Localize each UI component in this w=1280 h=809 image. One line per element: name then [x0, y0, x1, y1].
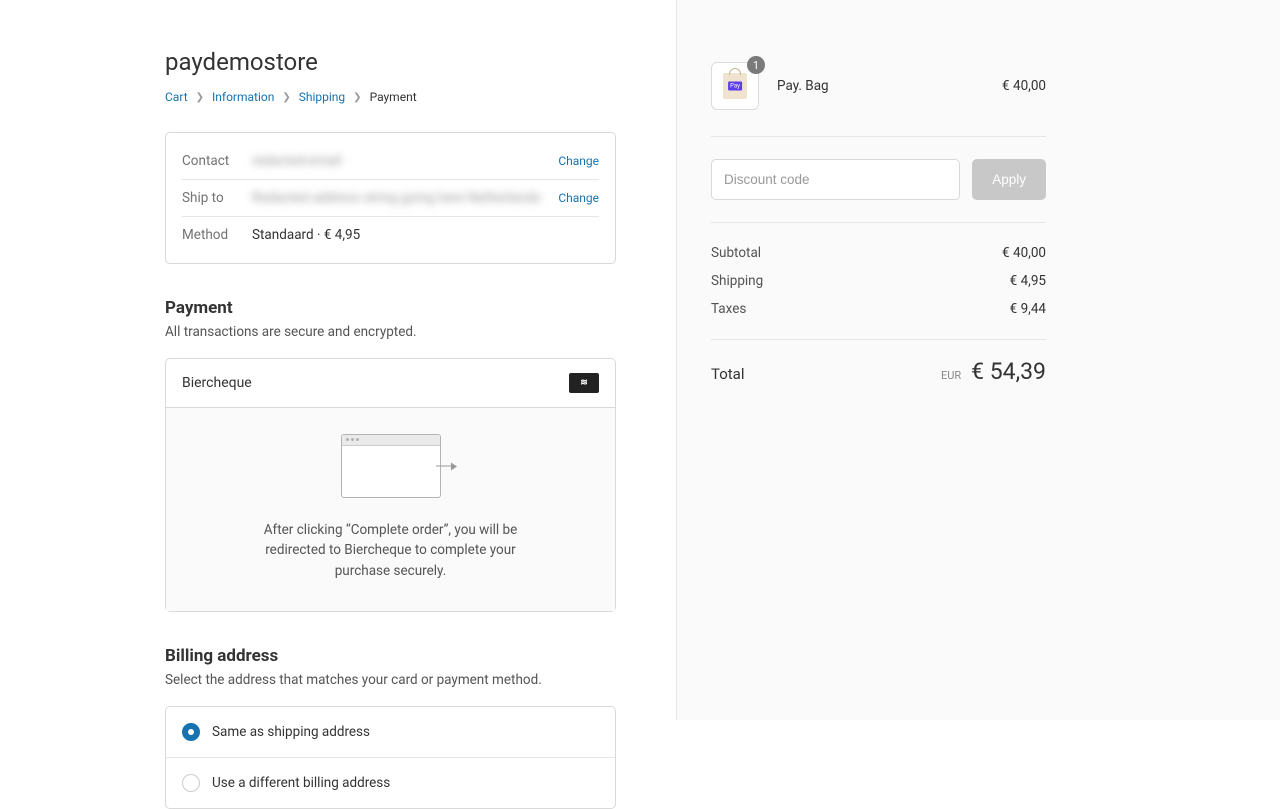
chevron-right-icon: ❯ — [353, 92, 361, 103]
product-thumbnail: 1 — [711, 62, 759, 110]
shipping-label: Shipping — [711, 273, 763, 289]
payment-logo-icon: ≋ — [569, 373, 599, 393]
review-row-contact: Contact redacted-email Change — [182, 143, 599, 179]
breadcrumb-payment: Payment — [370, 90, 417, 104]
billing-option-different[interactable]: Use a different billing address — [166, 757, 615, 808]
payment-method-name: Biercheque — [182, 375, 252, 391]
payment-redirect-text: After clicking “Complete order”, you wil… — [241, 520, 541, 581]
radio-unchecked-icon — [182, 774, 200, 792]
payment-method-box: Biercheque ≋ After clicking “Complete or… — [165, 358, 616, 612]
billing-address-box: Same as shipping address Use a different… — [165, 706, 616, 809]
breadcrumb-cart[interactable]: Cart — [165, 90, 188, 104]
change-contact-link[interactable]: Change — [558, 154, 599, 168]
billing-subtitle: Select the address that matches your car… — [165, 672, 616, 688]
shipping-value: € 4,95 — [1010, 273, 1046, 289]
quantity-badge: 1 — [747, 56, 765, 74]
total-label: Total — [711, 365, 745, 383]
review-box: Contact redacted-email Change Ship to Re… — [165, 132, 616, 264]
chevron-right-icon: ❯ — [282, 92, 290, 103]
review-row-method: Method Standaard · € 4,95 — [182, 216, 599, 253]
summary-lines: Subtotal € 40,00 Shipping € 4,95 Taxes €… — [711, 223, 1046, 340]
discount-code-input[interactable] — [711, 159, 960, 200]
payment-method-header[interactable]: Biercheque ≋ — [166, 359, 615, 408]
browser-redirect-icon — [341, 434, 441, 498]
taxes-label: Taxes — [711, 301, 746, 317]
apply-discount-button[interactable]: Apply — [972, 159, 1046, 200]
payment-method-body: After clicking “Complete order”, you wil… — [166, 408, 615, 611]
chevron-right-icon: ❯ — [196, 92, 204, 103]
review-shipto-value: Redacted address string going here Nethe… — [252, 190, 558, 206]
review-method-label: Method — [182, 227, 252, 243]
review-shipto-label: Ship to — [182, 190, 252, 206]
payment-subtitle: All transactions are secure and encrypte… — [165, 324, 616, 340]
order-summary: 1 Pay. Bag € 40,00 Apply Subtotal € 40,0… — [676, 0, 1280, 720]
total-amount: € 54,39 — [971, 358, 1046, 385]
breadcrumb-shipping[interactable]: Shipping — [299, 90, 345, 104]
taxes-value: € 9,44 — [1010, 301, 1046, 317]
total-currency: EUR — [941, 369, 961, 382]
review-row-shipto: Ship to Redacted address string going he… — [182, 179, 599, 216]
bag-icon — [723, 73, 747, 99]
checkout-main: paydemostore Cart ❯ Information ❯ Shippi… — [0, 0, 676, 720]
change-shipto-link[interactable]: Change — [558, 191, 599, 205]
product-row: 1 Pay. Bag € 40,00 — [711, 48, 1046, 137]
review-contact-value: redacted-email — [252, 153, 558, 169]
billing-same-label: Same as shipping address — [212, 724, 370, 740]
subtotal-label: Subtotal — [711, 245, 761, 261]
payment-title: Payment — [165, 298, 616, 318]
billing-title: Billing address — [165, 646, 616, 666]
radio-checked-icon — [182, 723, 200, 741]
breadcrumb: Cart ❯ Information ❯ Shipping ❯ Payment — [165, 90, 616, 104]
review-contact-label: Contact — [182, 153, 252, 169]
product-name: Pay. Bag — [777, 78, 984, 94]
discount-row: Apply — [711, 137, 1046, 223]
store-title: paydemostore — [165, 48, 616, 76]
billing-diff-label: Use a different billing address — [212, 775, 390, 791]
product-price: € 40,00 — [1002, 78, 1046, 94]
review-method-value: Standaard · € 4,95 — [252, 227, 599, 243]
total-row: Total EUR € 54,39 — [711, 340, 1046, 385]
billing-option-same[interactable]: Same as shipping address — [166, 707, 615, 757]
breadcrumb-information[interactable]: Information — [212, 90, 274, 104]
subtotal-value: € 40,00 — [1002, 245, 1046, 261]
